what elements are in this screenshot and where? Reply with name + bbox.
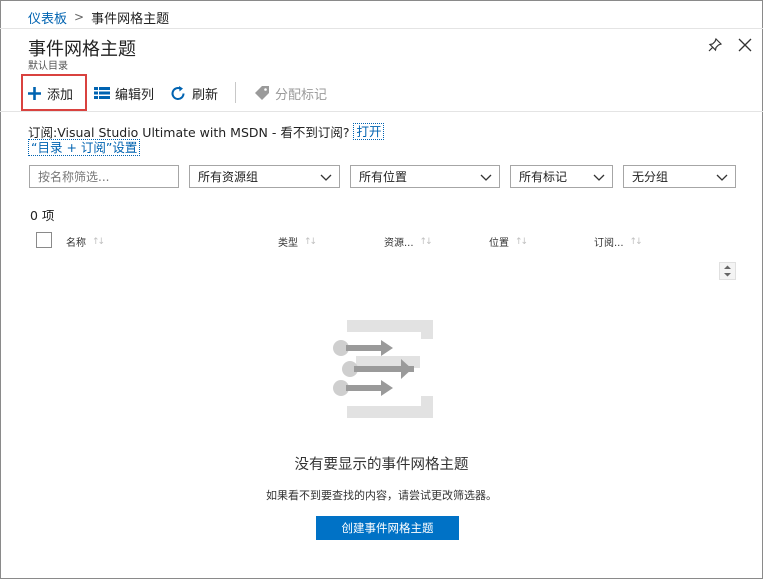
sort-icon: ↑↓ — [304, 236, 317, 247]
grouping-dropdown[interactable]: 无分组 — [623, 165, 736, 188]
breadcrumb-current: 事件网格主题 — [91, 11, 170, 27]
column-resource-label: 资源... — [384, 238, 414, 249]
create-event-grid-topic-button[interactable]: 创建事件网格主题 — [316, 516, 459, 540]
resource-group-value: 所有资源组 — [198, 170, 259, 184]
grouping-value: 无分组 — [632, 170, 669, 184]
sort-icon: ↑↓ — [629, 236, 643, 247]
open-link[interactable]: 打开 — [353, 123, 385, 140]
toolbar-divider — [235, 82, 236, 103]
refresh-button[interactable]: 刷新 — [170, 83, 218, 103]
name-filter-input[interactable]: 按名称筛选... — [29, 165, 179, 188]
chevron-right-icon: > — [74, 10, 85, 24]
column-type-label: 类型 — [278, 238, 298, 249]
item-count: 0 项 — [30, 208, 55, 223]
scroll-arrows[interactable] — [719, 262, 736, 280]
resource-group-dropdown[interactable]: 所有资源组 — [189, 165, 340, 188]
tags-value: 所有标记 — [519, 170, 568, 184]
empty-state-title: 没有要显示的事件网格主题 — [294, 457, 469, 473]
columns-icon — [94, 87, 110, 99]
refresh-icon — [171, 85, 185, 100]
column-header-location[interactable]: 位置 ↑↓ — [489, 234, 528, 250]
breadcrumb: 仪表板 > 事件网格主题 — [28, 8, 170, 27]
edit-columns-button[interactable]: 编辑列 — [94, 83, 154, 103]
column-header-name[interactable]: 名称 ↑↓ — [66, 234, 105, 250]
directory-subscription-settings-link[interactable]: “目录 + 订阅”设置 — [28, 139, 141, 156]
tags-dropdown[interactable]: 所有标记 — [510, 165, 613, 188]
assign-tags-label: 分配标记 — [275, 87, 328, 103]
sort-icon: ↑↓ — [92, 236, 105, 247]
chevron-down-icon — [480, 174, 492, 181]
column-location-label: 位置 — [489, 238, 509, 249]
tag-icon — [255, 86, 269, 100]
sort-icon: ↑↓ — [419, 236, 433, 247]
toolbar-divider-line — [0, 111, 763, 112]
column-name-label: 名称 — [66, 238, 86, 249]
add-button-highlight — [21, 74, 87, 111]
refresh-label: 刷新 — [192, 87, 219, 103]
breadcrumb-dashboard-link[interactable]: 仪表板 — [28, 8, 67, 27]
select-all-checkbox[interactable] — [36, 232, 52, 248]
column-header-resource-group[interactable]: 资源... ↑↓ — [384, 234, 433, 250]
name-filter-placeholder: 按名称筛选... — [38, 170, 110, 184]
event-grid-topic-icon — [330, 318, 436, 426]
chevron-down-icon — [320, 174, 332, 181]
sort-icon: ↑↓ — [515, 236, 528, 247]
assign-tags-button[interactable]: 分配标记 — [254, 83, 327, 103]
empty-state-subtitle: 如果看不到要查找的内容，请尝试更改筛选器。 — [266, 489, 497, 502]
edit-columns-label: 编辑列 — [115, 87, 155, 103]
chevron-down-icon — [593, 174, 605, 181]
column-header-type[interactable]: 类型 ↑↓ — [278, 234, 317, 250]
column-header-subscription[interactable]: 订阅... ↑↓ — [594, 234, 643, 250]
pin-icon[interactable] — [706, 36, 724, 54]
page-subtitle: 默认目录 — [28, 61, 68, 72]
header-divider — [0, 28, 763, 29]
location-dropdown[interactable]: 所有位置 — [350, 165, 500, 188]
chevron-down-icon — [716, 174, 728, 181]
close-icon[interactable] — [736, 36, 754, 54]
location-value: 所有位置 — [359, 170, 408, 184]
column-subscription-label: 订阅... — [594, 238, 624, 249]
